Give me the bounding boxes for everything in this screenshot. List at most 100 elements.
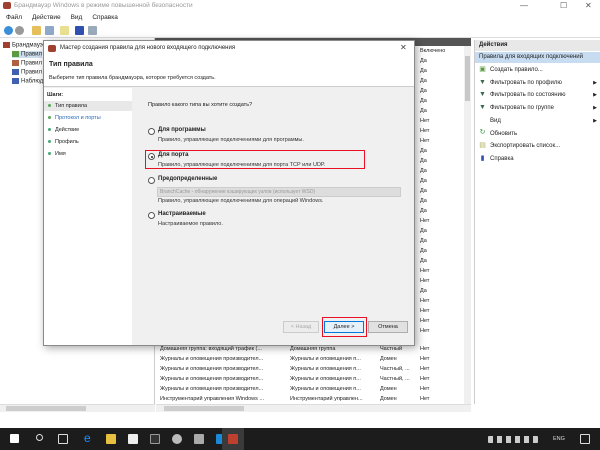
cell-profile: Домен bbox=[380, 356, 397, 362]
action-item[interactable]: ↻ Обновить bbox=[479, 128, 599, 140]
wizard-step: Протокол и порты bbox=[48, 115, 101, 121]
table-row[interactable]: Инструментарий управления Windows ... Инс… bbox=[155, 394, 471, 404]
tree-inbound-rules[interactable]: Правил bbox=[12, 51, 43, 58]
table-row[interactable]: Журналы и оповещения производител... Журн… bbox=[155, 384, 471, 394]
cell-enabled: Нет bbox=[420, 396, 430, 402]
action-label: Фильтровать по группе bbox=[490, 105, 554, 112]
action-item[interactable]: ▼ Фильтровать по группе ▶ bbox=[479, 102, 599, 114]
enabled-cell: Да bbox=[420, 288, 427, 294]
cell-name: Журналы и оповещения производител... bbox=[160, 366, 264, 372]
explorer-icon[interactable] bbox=[106, 434, 116, 444]
action-pane-icon[interactable] bbox=[88, 26, 97, 35]
menu-help[interactable]: Справка bbox=[92, 14, 118, 21]
cell-name: Инструментарий управления Windows ... bbox=[160, 396, 265, 402]
radio-button[interactable] bbox=[148, 212, 155, 219]
show-tree-icon[interactable] bbox=[45, 26, 54, 35]
tree-label: Наблюд bbox=[21, 78, 44, 85]
action-label: Фильтровать по профилю bbox=[490, 79, 562, 86]
tree-label: Правил bbox=[21, 51, 43, 58]
list-horizontal-scrollbar[interactable] bbox=[156, 404, 471, 412]
cell-profile: Частный, ... bbox=[380, 366, 410, 372]
help-icon[interactable] bbox=[75, 26, 84, 35]
cell-enabled: Нет bbox=[420, 356, 430, 362]
export-icon[interactable] bbox=[60, 26, 69, 35]
action-item[interactable]: ▼ Фильтровать по состоянию ▶ bbox=[479, 89, 599, 101]
list-vertical-scrollbar[interactable] bbox=[464, 46, 471, 404]
action-item[interactable]: ▮ Справка bbox=[479, 153, 599, 165]
notifications-icon[interactable] bbox=[580, 434, 590, 444]
language-indicator[interactable]: ENG bbox=[553, 436, 565, 442]
step-bullet-icon bbox=[48, 116, 51, 120]
actions-section-inbound[interactable]: Правила для входящих подключений bbox=[475, 52, 600, 63]
edge-icon[interactable]: e bbox=[84, 431, 94, 445]
step-label: Имя bbox=[55, 151, 66, 157]
cell-enabled: Нет bbox=[420, 386, 430, 392]
tree-root[interactable]: Брандмауэр bbox=[3, 42, 46, 49]
column-header-enabled[interactable]: Включено bbox=[420, 48, 445, 54]
table-row[interactable]: Журналы и оповещения производител... Журн… bbox=[155, 364, 471, 374]
menu-action[interactable]: Действие bbox=[32, 14, 61, 21]
enabled-cell: Да bbox=[420, 208, 427, 214]
radio-button[interactable] bbox=[148, 177, 155, 184]
tree-security-rules[interactable]: Правил bbox=[12, 69, 42, 76]
forward-icon[interactable] bbox=[15, 26, 24, 35]
paint-icon[interactable] bbox=[172, 434, 182, 444]
search-icon[interactable] bbox=[36, 434, 43, 441]
enabled-cell: Да bbox=[420, 228, 427, 234]
enabled-cell: Да bbox=[420, 58, 427, 64]
dialog-close-icon[interactable]: ✕ bbox=[400, 43, 407, 52]
wizard-subtitle: Выберите тип правила брандмауэра, которо… bbox=[49, 75, 216, 81]
enabled-cell: Да bbox=[420, 78, 427, 84]
submenu-arrow-icon: ▶ bbox=[593, 79, 597, 86]
task-view-icon[interactable] bbox=[58, 434, 68, 444]
cell-group: Журналы и оповещения п... bbox=[290, 356, 361, 362]
enabled-cell: Да bbox=[420, 168, 427, 174]
filter-icon-icon: ▼ bbox=[479, 78, 486, 86]
cmd-icon[interactable] bbox=[150, 434, 160, 444]
step-label: Профиль bbox=[55, 139, 79, 145]
table-row[interactable]: Журналы и оповещения производител... Журн… bbox=[155, 354, 471, 364]
folder-up-icon[interactable] bbox=[32, 26, 41, 35]
taskbar: e ENG bbox=[0, 428, 600, 450]
menu-file[interactable]: Файл bbox=[6, 14, 22, 21]
enabled-cell: Нет bbox=[420, 118, 430, 124]
tray-icons[interactable] bbox=[488, 436, 538, 443]
start-icon[interactable] bbox=[10, 434, 19, 443]
enabled-cell: Да bbox=[420, 248, 427, 254]
menu-view[interactable]: Вид bbox=[71, 14, 83, 21]
enabled-cell: Нет bbox=[420, 218, 430, 224]
back-icon[interactable] bbox=[4, 26, 13, 35]
maximize-button[interactable]: ☐ bbox=[560, 1, 567, 10]
store-icon[interactable] bbox=[128, 434, 138, 444]
predefined-rule-select[interactable]: BranchCache - обнаружение кэширующих узл… bbox=[157, 187, 401, 197]
enabled-cell: Нет bbox=[420, 328, 430, 334]
option-description: Настраиваемое правило. bbox=[158, 221, 223, 227]
back-button[interactable]: < Назад bbox=[283, 321, 319, 333]
close-button[interactable]: ✕ bbox=[585, 1, 592, 10]
firewall-taskbar-icon[interactable] bbox=[228, 434, 238, 444]
action-item[interactable]: ▤ Экспортировать список... bbox=[479, 140, 599, 152]
next-button[interactable]: Далее > bbox=[324, 321, 364, 333]
firewall-icon bbox=[48, 45, 56, 52]
new-rule-wizard-dialog: Мастер создания правила для нового входя… bbox=[43, 40, 415, 346]
tree-horizontal-scrollbar[interactable] bbox=[0, 404, 155, 412]
action-item[interactable]: ▣ Создать правило... bbox=[479, 64, 599, 76]
option-label: Настраиваемые bbox=[158, 211, 206, 217]
step-bullet-icon bbox=[48, 128, 51, 132]
action-item[interactable]: ▼ Фильтровать по профилю ▶ bbox=[479, 77, 599, 89]
step-bullet-icon bbox=[48, 140, 51, 144]
tree-monitoring[interactable]: Наблюд bbox=[12, 78, 43, 85]
table-row[interactable]: Журналы и оповещения производител... Журн… bbox=[155, 374, 471, 384]
new-rule-icon-icon: ▣ bbox=[479, 65, 486, 73]
action-item[interactable]: Вид ▶ bbox=[479, 115, 599, 127]
scroll-thumb[interactable] bbox=[465, 56, 470, 101]
tree-outbound-rules[interactable]: Правил bbox=[12, 60, 42, 67]
app-icon[interactable] bbox=[194, 434, 204, 444]
step-label: Протокол и порты bbox=[55, 115, 101, 121]
minimize-button[interactable]: — bbox=[520, 1, 528, 10]
enabled-cell: Да bbox=[420, 88, 427, 94]
cancel-button[interactable]: Отмена bbox=[368, 321, 408, 333]
cell-group: Журналы и оповещения п... bbox=[290, 376, 361, 382]
enabled-cell: Да bbox=[420, 258, 427, 264]
radio-button[interactable] bbox=[148, 128, 155, 135]
